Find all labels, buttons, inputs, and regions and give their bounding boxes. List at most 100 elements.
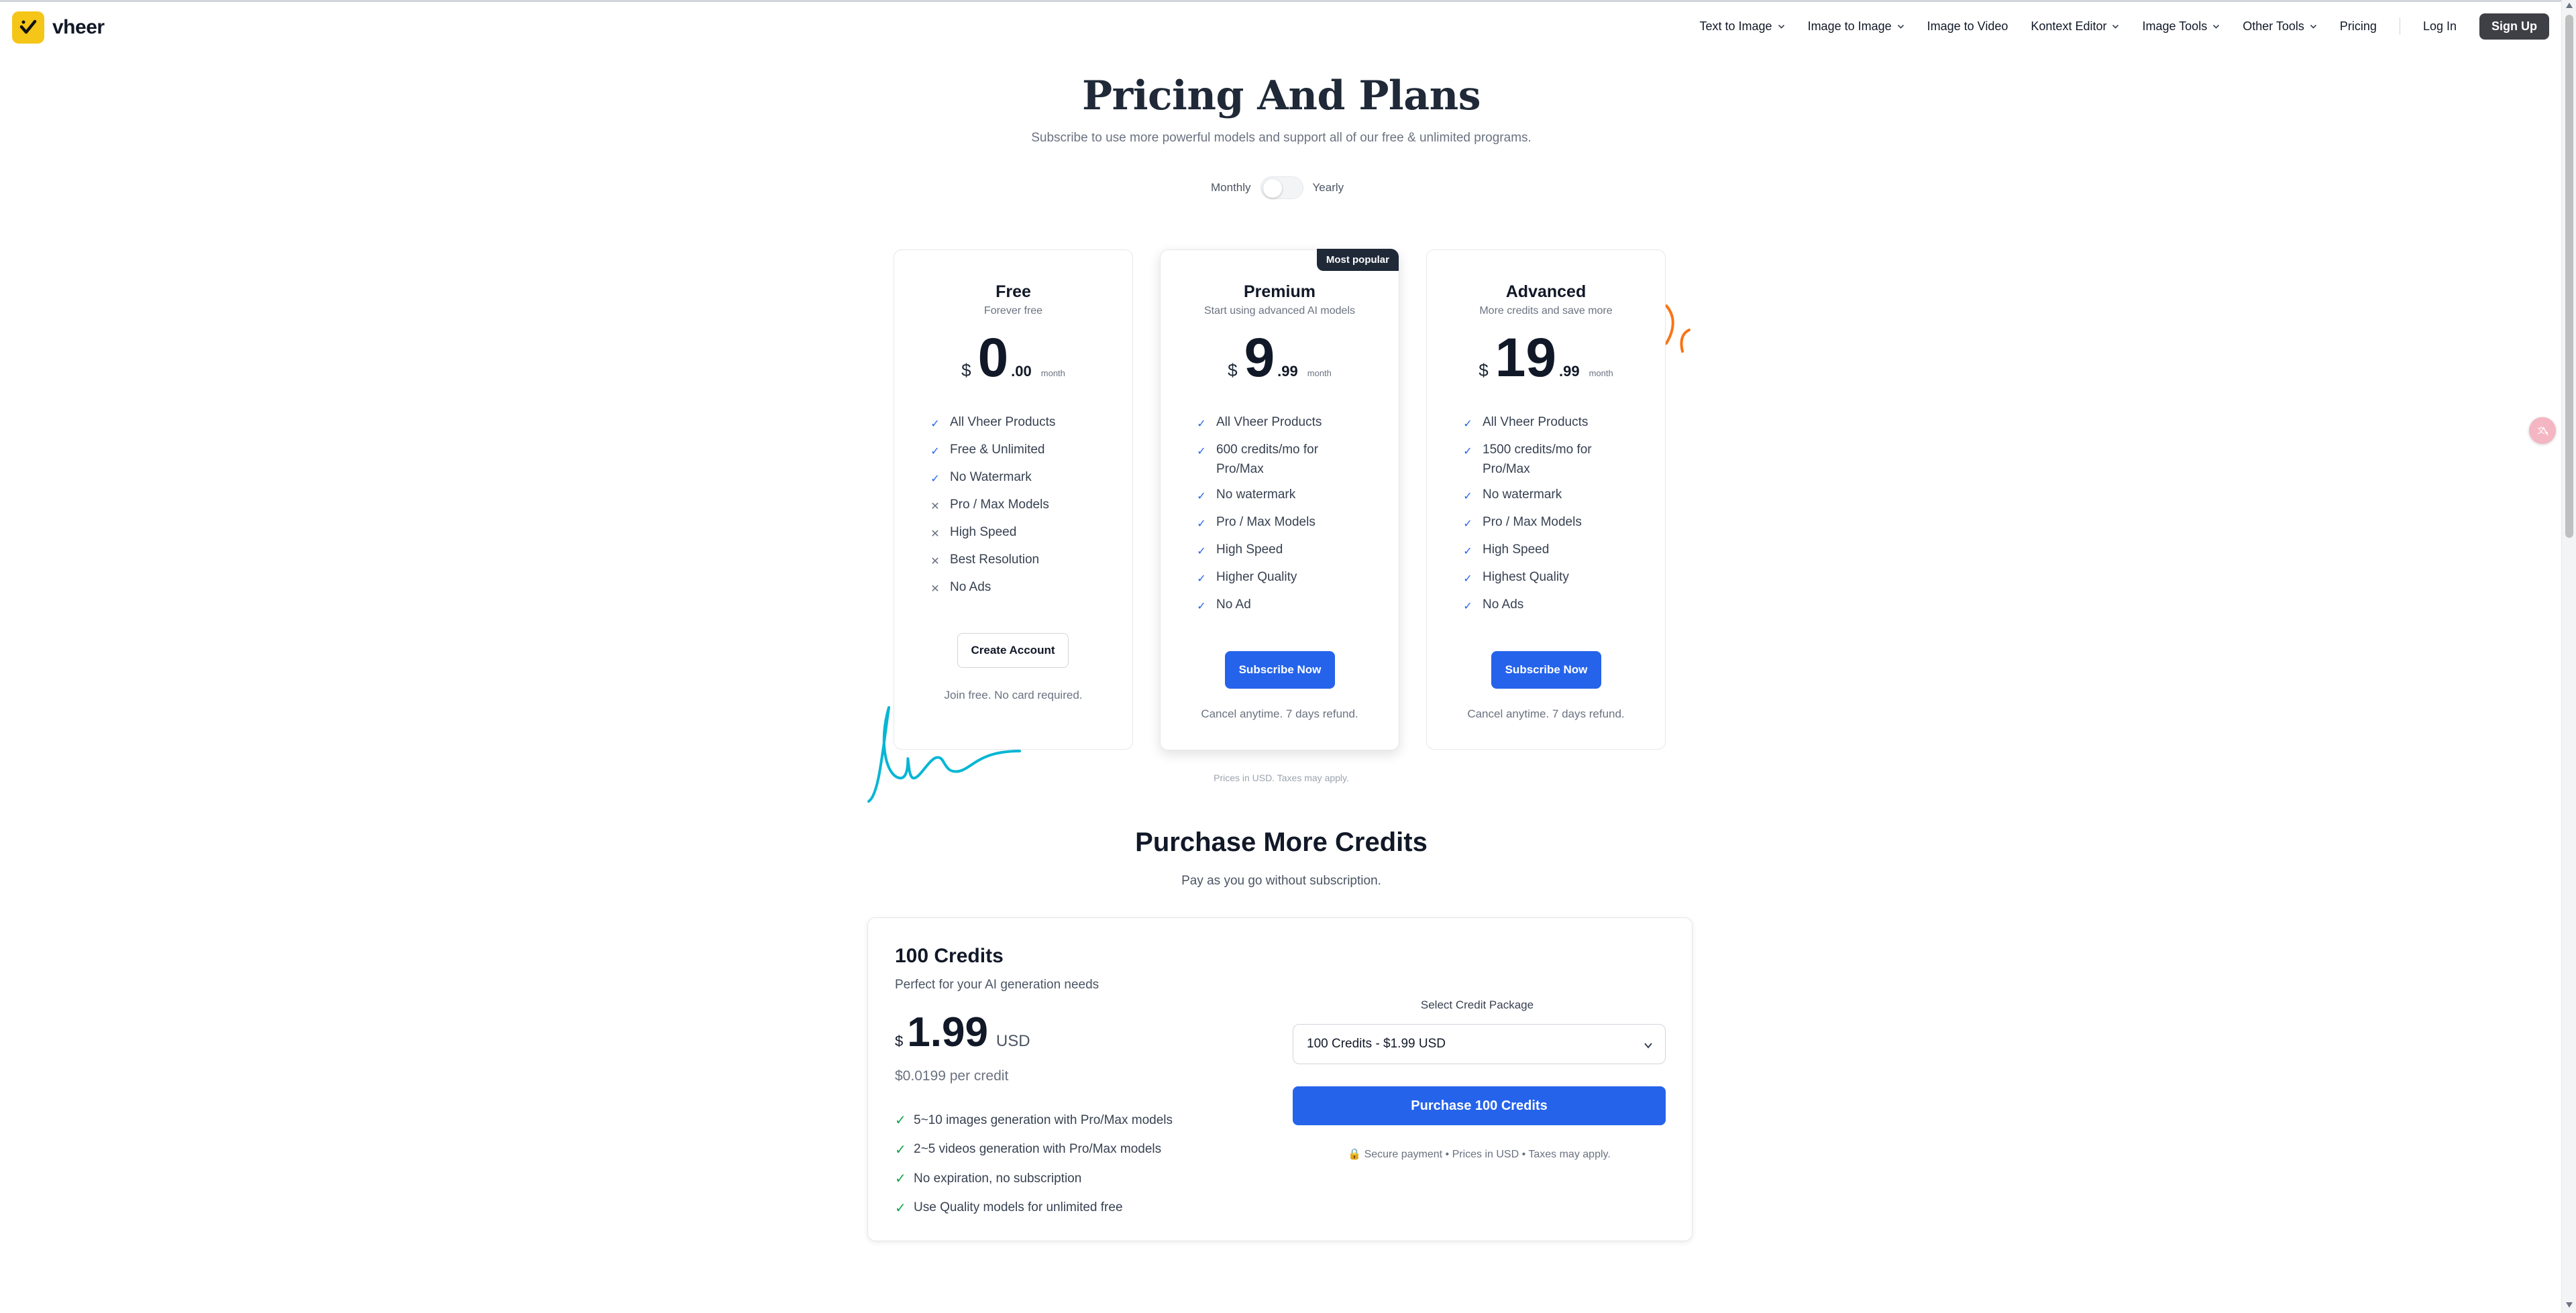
nav-item-pricing[interactable]: Pricing	[2340, 19, 2377, 34]
page-title: Pricing And Plans	[1081, 72, 1481, 119]
plan-note: Cancel anytime. 7 days refund.	[1467, 707, 1625, 720]
select-package-label: Select Credit Package	[1420, 998, 1534, 1011]
plan-feature: ✓ High Speed	[1460, 540, 1615, 561]
package-feature: ✓ Use Quality models for unlimited free	[895, 1194, 1173, 1223]
package-feature-text: Use Quality models for unlimited free	[914, 1200, 1123, 1215]
feature-text: All Vheer Products	[1483, 415, 1589, 429]
credits-subtitle: Pay as you go without subscription.	[1181, 874, 1381, 888]
check-icon: ✓	[1197, 518, 1206, 530]
nav-item-image-to-image[interactable]: Image to Image	[1808, 19, 1904, 34]
x-icon: ✕	[930, 583, 940, 595]
monthly-label[interactable]: Monthly	[1211, 181, 1251, 194]
plan-description: More credits and save more	[1479, 305, 1613, 317]
nav-item-kontext-editor[interactable]: Kontext Editor	[2031, 19, 2119, 34]
svg-text:文: 文	[2537, 425, 2545, 435]
package-feature: ✓ No expiration, no subscription	[895, 1164, 1173, 1194]
subscribe-now-button[interactable]: Subscribe Now	[1491, 651, 1601, 689]
plan-feature: ✕ High Speed	[928, 522, 1082, 544]
page-scrollbar[interactable]	[2561, 0, 2576, 1313]
check-icon: ✓	[1197, 601, 1206, 612]
plan-card-advanced: Advanced More credits and save more $19.99…	[1426, 249, 1666, 750]
nav-item-image-tools[interactable]: Image Tools	[2142, 19, 2220, 34]
yearly-label[interactable]: Yearly	[1313, 181, 1344, 194]
plan-description: Start using advanced AI models	[1203, 305, 1356, 317]
subscribe-now-button[interactable]: Subscribe Now	[1225, 651, 1335, 689]
chevron-down-icon	[2213, 24, 2220, 29]
login-link[interactable]: Log In	[2423, 19, 2457, 34]
nav-item-label: Image to Video	[1927, 19, 2008, 33]
purchase-credits-button[interactable]: Purchase 100 Credits	[1293, 1086, 1666, 1125]
x-icon: ✕	[930, 501, 940, 512]
package-feature: ✓ 5~10 images generation with Pro/Max mod…	[895, 1106, 1173, 1135]
package-feature-text: 2~5 videos generation with Pro/Max model…	[914, 1142, 1162, 1157]
plan-feature: ✓ 600 credits/mo for Pro/Max	[1194, 440, 1348, 479]
plan-feature: ✕ Pro / Max Models	[928, 495, 1082, 516]
signup-button[interactable]: Sign Up	[2479, 13, 2549, 40]
page-subtitle: Subscribe to use more powerful models an…	[1031, 131, 1532, 145]
feature-text: No Watermark	[950, 470, 1032, 484]
price-decimal: .99	[1277, 363, 1298, 380]
package-price: $ 1.99 USD	[895, 1012, 1030, 1053]
nav-item-label: Kontext Editor	[2031, 19, 2107, 33]
chevron-down-icon	[1778, 24, 1784, 29]
select-value: 100 Credits - $1.99 USD	[1307, 1037, 1446, 1051]
feature-text: Best Resolution	[950, 553, 1040, 567]
package-feature-list: ✓ 5~10 images generation with Pro/Max mod…	[895, 1106, 1173, 1222]
check-icon: ✓	[930, 446, 940, 457]
check-icon: ✓	[895, 1113, 906, 1129]
check-icon: ✓	[895, 1172, 906, 1187]
check-icon: ✓	[895, 1142, 906, 1157]
check-icon: ✓	[1463, 418, 1472, 430]
feature-text: Higher Quality	[1216, 570, 1297, 584]
vheer-logo-icon	[12, 11, 44, 44]
scroll-down-arrow-icon[interactable]	[2566, 1302, 2573, 1308]
create-account-button[interactable]: Create Account	[957, 633, 1069, 668]
package-currency: $	[895, 1033, 904, 1049]
billing-toggle[interactable]	[1260, 176, 1303, 199]
plan-feature: ✕ Best Resolution	[928, 550, 1082, 571]
check-icon: ✓	[895, 1200, 906, 1216]
check-icon: ✓	[1197, 418, 1206, 430]
plan-feature: ✓ All Vheer Products	[1194, 412, 1348, 434]
check-icon: ✓	[930, 418, 940, 430]
nav-item-label: Image to Image	[1807, 19, 1892, 33]
price-period: month	[1589, 368, 1613, 378]
nav-item-text-to-image[interactable]: Text to Image	[1700, 19, 1785, 34]
feature-text: No Ad	[1216, 597, 1251, 612]
check-icon: ✓	[1463, 601, 1472, 612]
scroll-thumb[interactable]	[2565, 15, 2573, 538]
plan-description: Forever free	[983, 305, 1043, 317]
feature-text: No watermark	[1483, 488, 1562, 502]
nav-item-image-to-video[interactable]: Image to Video	[1927, 19, 2008, 34]
nav-item-other-tools[interactable]: Other Tools	[2243, 19, 2317, 34]
plan-feature: ✓ 1500 credits/mo for Pro/Max	[1460, 440, 1615, 479]
translate-float-button[interactable]: 文	[2529, 417, 2556, 444]
check-icon: ✓	[1463, 573, 1472, 585]
price-decimal: .00	[1011, 363, 1032, 380]
plan-feature: ✓ No watermark	[1460, 485, 1615, 506]
logo[interactable]: vheer	[12, 11, 105, 44]
billing-toggle-group: Monthly Yearly	[1211, 176, 1344, 199]
check-icon: ✓	[1463, 491, 1472, 502]
plan-feature: ✕ No Ads	[928, 577, 1082, 599]
feature-text: 1500 credits/mo for Pro/Max	[1483, 443, 1592, 476]
most-popular-badge: Most popular	[1316, 249, 1399, 271]
feature-text: No Ads	[950, 580, 991, 594]
credit-package-select[interactable]: 100 Credits - $1.99 USD	[1293, 1024, 1666, 1064]
plan-feature: ✓ High Speed	[1194, 540, 1348, 561]
x-icon: ✕	[930, 528, 940, 540]
price-integer: 19	[1495, 327, 1556, 388]
package-description: Perfect for your AI generation needs	[895, 978, 1099, 992]
scroll-up-arrow-icon[interactable]	[2566, 3, 2573, 8]
price-period: month	[1040, 368, 1065, 378]
chevron-down-icon	[1644, 1043, 1652, 1049]
plan-card-free: Free Forever free $0.00 month ✓ All Vheer Pro…	[894, 249, 1133, 750]
package-feature-text: 5~10 images generation with Pro/Max mode…	[914, 1112, 1173, 1127]
chevron-down-icon	[2112, 24, 2119, 29]
feature-text: Pro / Max Models	[1216, 515, 1316, 529]
feature-text: High Speed	[1216, 543, 1283, 557]
feature-text: Highest Quality	[1483, 570, 1569, 584]
package-unit: USD	[996, 1032, 1030, 1050]
feature-text: No watermark	[1216, 488, 1296, 502]
package-feature: ✓ 2~5 videos generation with Pro/Max mode…	[895, 1135, 1173, 1165]
